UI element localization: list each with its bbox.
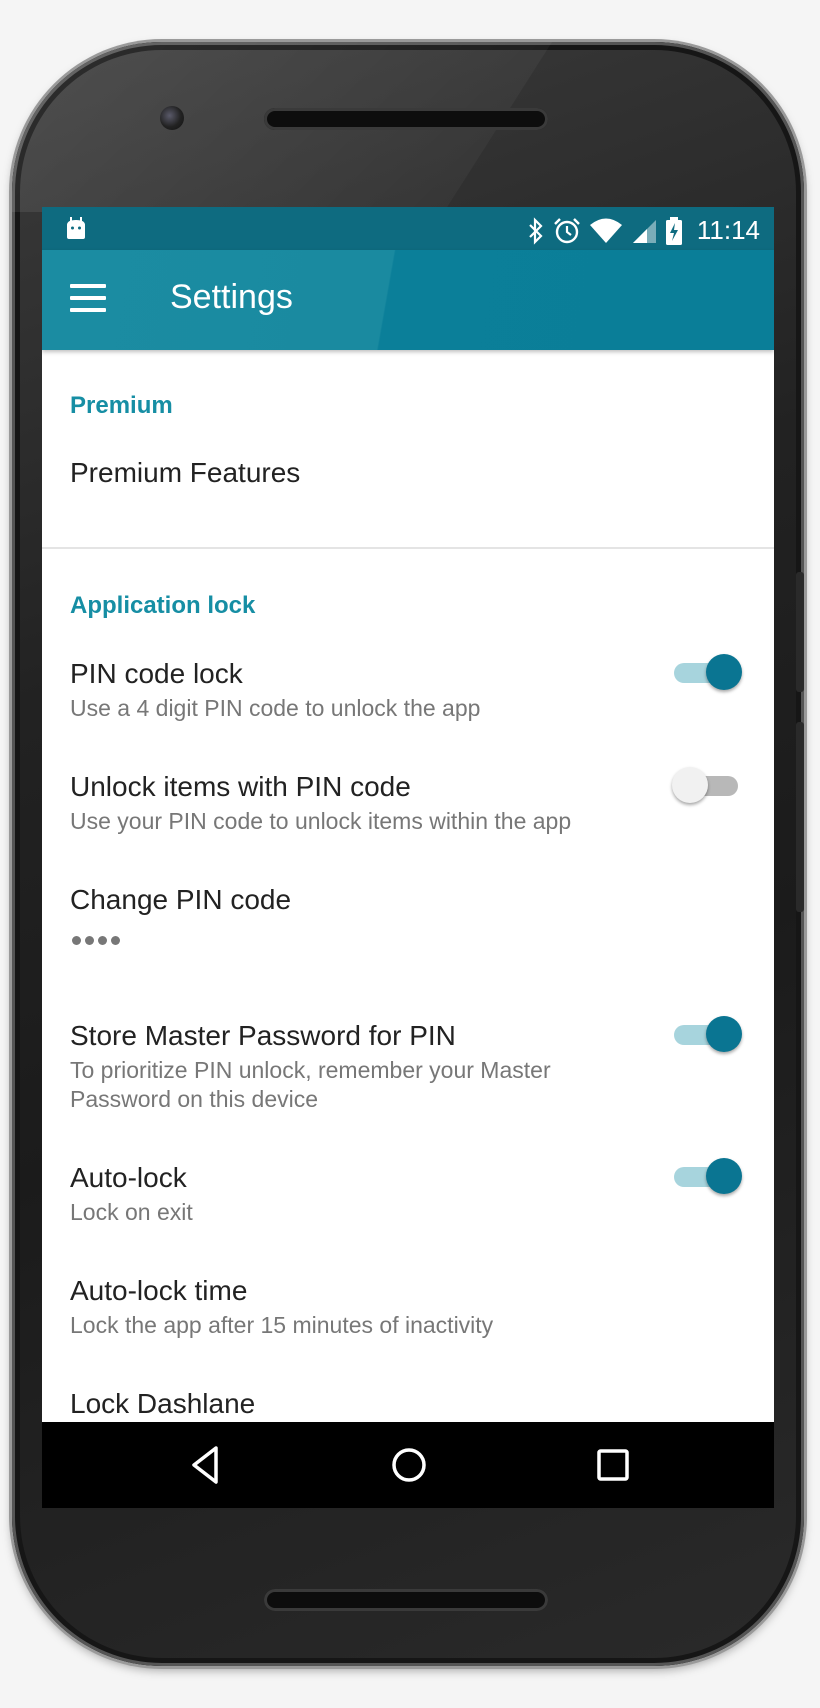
unlock-items-with-pin-toggle[interactable] [672,765,744,805]
earpiece-speaker [264,108,548,130]
app-bar: Settings [42,250,774,350]
pin-code-dots [72,936,120,945]
settings-item-auto-lock-time[interactable]: Auto-lock time [70,1275,247,1307]
hamburger-menu-icon[interactable] [70,284,106,312]
settings-item-auto-lock[interactable]: Auto-lock [70,1162,187,1194]
auto-lock-toggle[interactable] [672,1156,744,1196]
settings-item-subtitle: Lock on exit [70,1199,193,1225]
wifi-icon [589,218,622,243]
settings-item-subtitle: Password on this device [70,1086,319,1112]
power-button [796,572,804,692]
front-camera [160,106,184,130]
bottom-speaker [264,1589,548,1611]
settings-item-subtitle: Lock the app after 15 minutes of inactiv… [70,1312,494,1338]
section-header-application-lock: Application lock [70,592,256,619]
settings-item-subtitle: Use a 4 digit PIN code to unlock the app [70,695,481,721]
settings-item-premium-features[interactable]: Premium Features [70,457,300,489]
store-master-password-toggle[interactable] [672,1014,744,1054]
page-title: Settings [170,278,293,316]
back-icon[interactable] [184,1442,230,1488]
home-icon[interactable] [386,1442,432,1488]
screen: 11:14 Settings Premium Premium Features … [42,207,774,1507]
settings-item-lock-dashlane[interactable]: Lock Dashlane [70,1388,255,1420]
section-divider [42,547,774,549]
pin-code-lock-toggle[interactable] [672,652,744,692]
recents-icon[interactable] [590,1442,636,1488]
settings-item-unlock-items-with-pin[interactable]: Unlock items with PIN code [70,771,411,803]
alarm-icon [554,217,580,243]
bluetooth-icon [529,216,543,245]
status-time: 11:14 [696,215,760,245]
section-header-premium: Premium [70,392,173,419]
settings-item-pin-code-lock[interactable]: PIN code lock [70,658,243,690]
signal-icon [632,219,656,243]
battery-charging-icon [665,216,682,245]
navigation-bar [42,1422,774,1508]
settings-item-subtitle: Use your PIN code to unlock items within… [70,808,572,834]
status-bar: 11:14 [42,207,774,250]
settings-item-change-pin-code[interactable]: Change PIN code [70,884,291,916]
android-icon [67,217,85,239]
settings-item-store-master-password[interactable]: Store Master Password for PIN [70,1020,456,1052]
volume-button [796,722,804,912]
settings-item-subtitle: To prioritize PIN unlock, remember your … [70,1057,551,1083]
